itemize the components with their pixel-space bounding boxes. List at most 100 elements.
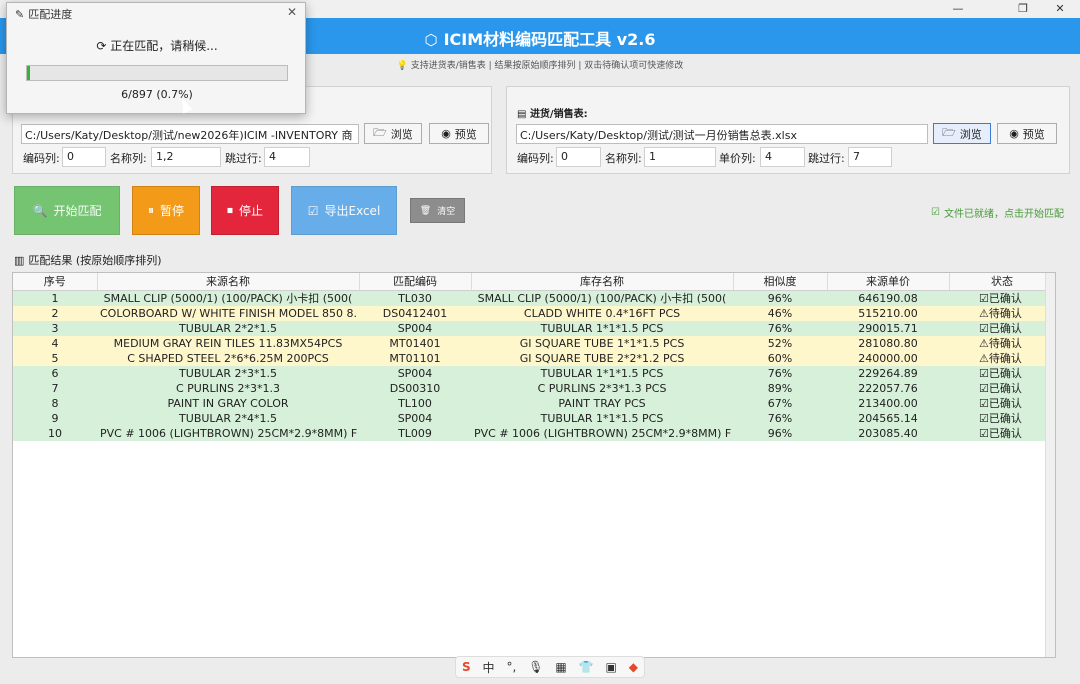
microphone-icon[interactable]: 🎙 bbox=[528, 660, 543, 674]
status-text: 已确认 bbox=[988, 426, 1022, 440]
progress-dialog: ✎ 匹配进度 ✕ ⟳ 正在匹配，请稍候... 6/897 (0.7%) bbox=[6, 2, 306, 114]
sales-panel-label-text: 进货/销售表: bbox=[529, 109, 588, 120]
document-icon: ▤ bbox=[517, 109, 527, 120]
sales-name-col-label: 名称列: bbox=[605, 152, 642, 165]
status-cell: ⚠待确认 bbox=[949, 305, 1055, 321]
table-cell: 290015.71 bbox=[827, 320, 949, 336]
column-header[interactable]: 相似度 bbox=[733, 273, 828, 291]
stop-label: 停止 bbox=[239, 204, 264, 218]
table-cell: 52% bbox=[733, 335, 827, 351]
table-cell: CLADD WHITE 0.4*16FT PCS bbox=[471, 305, 733, 321]
toolbox-icon[interactable]: ◆ bbox=[629, 660, 638, 674]
table-cell: 96% bbox=[733, 425, 827, 441]
table-row[interactable]: 8 PAINT IN GRAY COLOR TL100 PAINT TRAY PCS 6… bbox=[13, 395, 1055, 411]
status-cell: ☑已确认 bbox=[949, 320, 1055, 336]
pause-button[interactable]: ⏸ 暂停 bbox=[132, 186, 200, 235]
keyboard-icon[interactable]: ▦ bbox=[555, 660, 566, 674]
check-box-icon: ☑ bbox=[979, 321, 989, 335]
table-row[interactable]: 4 MEDIUM GRAY REIN TILES 11.83MX54PCS MT01… bbox=[13, 335, 1055, 351]
start-match-button[interactable]: 🔍 开始匹配 bbox=[14, 186, 120, 235]
table-cell: C PURLINS 2*3*1.3 PCS bbox=[471, 380, 733, 396]
skin-icon[interactable]: 👕 bbox=[579, 660, 594, 674]
status-cell: ☑已确认 bbox=[949, 365, 1055, 381]
check-icon: ☑ bbox=[931, 207, 940, 218]
table-cell: 10 bbox=[13, 425, 97, 441]
punctuation-icon[interactable]: °, bbox=[506, 660, 516, 674]
close-window-button[interactable]: ✕ bbox=[1043, 0, 1077, 18]
inventory-code-col-input[interactable]: 0 bbox=[62, 147, 106, 167]
check-box-icon: ☑ bbox=[979, 381, 989, 395]
results-scrollbar[interactable] bbox=[1045, 273, 1055, 657]
table-cell: 240000.00 bbox=[827, 350, 949, 366]
column-header[interactable]: 来源名称 bbox=[97, 273, 360, 291]
sales-browse-button[interactable]: 🗁 浏览 bbox=[933, 123, 991, 144]
apps-grid-icon[interactable]: ▣ bbox=[606, 660, 617, 674]
export-excel-button[interactable]: ☑ 导出Excel bbox=[291, 186, 397, 235]
inventory-browse-button[interactable]: 🗁 浏览 bbox=[364, 123, 422, 144]
sales-name-col-input[interactable]: 1 bbox=[644, 147, 716, 167]
table-cell: SMALL CLIP (5000/1) (100/PACK) 小卡扣 (500( bbox=[471, 290, 733, 306]
table-row[interactable]: 1 SMALL CLIP (5000/1) (100/PACK) 小卡扣 (500… bbox=[13, 290, 1055, 306]
inventory-skip-input[interactable]: 4 bbox=[264, 147, 310, 167]
sogou-logo-icon[interactable]: S bbox=[462, 660, 471, 674]
table-cell: DS0412401 bbox=[359, 305, 471, 321]
sales-preview-button[interactable]: ◉ 预览 bbox=[997, 123, 1057, 144]
status-text: 待确认 bbox=[988, 351, 1022, 365]
table-cell: 515210.00 bbox=[827, 305, 949, 321]
ime-mode-toggle[interactable]: 中 bbox=[483, 659, 495, 676]
folder-icon: 🗁 bbox=[942, 126, 956, 139]
warning-icon: ⚠ bbox=[979, 306, 989, 320]
progress-dialog-title-text: 匹配进度 bbox=[28, 8, 73, 21]
sales-price-col-input[interactable]: 4 bbox=[760, 147, 805, 167]
table-cell: SP004 bbox=[359, 320, 471, 336]
results-section-title: ▥ 匹配结果 (按原始顺序排列) bbox=[14, 252, 162, 268]
inventory-browse-label: 浏览 bbox=[390, 127, 413, 141]
table-cell: 213400.00 bbox=[827, 395, 949, 411]
table-cell: 4 bbox=[13, 335, 97, 351]
table-cell: 204565.14 bbox=[827, 410, 949, 426]
check-box-icon: ☑ bbox=[979, 291, 989, 305]
status-text: 已确认 bbox=[988, 381, 1022, 395]
sales-code-col-input[interactable]: 0 bbox=[556, 147, 601, 167]
table-row[interactable]: 6 TUBULAR 2*3*1.5 SP004 TUBULAR 1*1*1.5 PCS… bbox=[13, 365, 1055, 381]
column-header[interactable]: 库存名称 bbox=[471, 273, 734, 291]
table-cell: TUBULAR 2*3*1.5 bbox=[97, 365, 359, 381]
table-cell: 9 bbox=[13, 410, 97, 426]
table-row[interactable]: 10 PVC # 1006 (LIGHTBROWN) 25CM*2.9*8MM) … bbox=[13, 425, 1055, 441]
table-row[interactable]: 7C PURLINS 2*3*1.3 DS00310 C PURLINS 2*3*1… bbox=[13, 380, 1055, 396]
table-cell: 3 bbox=[13, 320, 97, 336]
table-cell: 60% bbox=[733, 350, 827, 366]
inventory-preview-button[interactable]: ◉ 预览 bbox=[429, 123, 489, 144]
progress-message-text: 正在匹配，请稍候... bbox=[110, 39, 218, 53]
column-header[interactable]: 序号 bbox=[13, 273, 98, 291]
dialog-close-icon[interactable]: ✕ bbox=[287, 5, 297, 19]
ready-status: ☑ 文件已就绪，点击开始匹配 bbox=[931, 205, 1064, 220]
sales-preview-label: 预览 bbox=[1022, 127, 1045, 141]
table-cell: PVC # 1006 (LIGHTBROWN) 25CM*2.9*8MM) F bbox=[97, 425, 359, 441]
table-row[interactable]: 5C SHAPED STEEL 2*6*6.25M 200PCS MT01101 G… bbox=[13, 350, 1055, 366]
table-cell: GI SQUARE TUBE 1*1*1.5 PCS bbox=[471, 335, 733, 351]
inventory-name-col-input[interactable]: 1,2 bbox=[151, 147, 221, 167]
column-header[interactable]: 状态 bbox=[949, 273, 1055, 291]
clear-button[interactable]: 🗑 清空 bbox=[410, 198, 465, 223]
inventory-path-input[interactable]: C:/Users/Katy/Desktop/测试/new2026年)ICIM -… bbox=[21, 124, 359, 144]
clear-label: 清空 bbox=[437, 207, 456, 217]
sales-path-input[interactable]: C:/Users/Katy/Desktop/测试/测试一月份销售总表.xlsx bbox=[516, 124, 928, 144]
table-cell: 76% bbox=[733, 410, 827, 426]
table-cell: GI SQUARE TUBE 2*2*1.2 PCS bbox=[471, 350, 733, 366]
warning-icon: ⚠ bbox=[979, 351, 989, 365]
stop-button[interactable]: ⏹ 停止 bbox=[211, 186, 279, 235]
sales-browse-label: 浏览 bbox=[959, 127, 982, 141]
maximize-button[interactable]: ❐ bbox=[1006, 0, 1040, 18]
table-cell: TUBULAR 1*1*1.5 PCS bbox=[471, 320, 733, 336]
table-row[interactable]: 9 TUBULAR 2*4*1.5 SP004 TUBULAR 1*1*1.5 PCS… bbox=[13, 410, 1055, 426]
table-row[interactable]: 3 TUBULAR 2*2*1.5 SP004 TUBULAR 1*1*1.5 PCS… bbox=[13, 320, 1055, 336]
column-header[interactable]: 来源单价 bbox=[827, 273, 950, 291]
bar-chart-icon: ▥ bbox=[14, 253, 25, 267]
column-header[interactable]: 匹配编码 bbox=[359, 273, 472, 291]
minimize-button[interactable]: — bbox=[941, 0, 975, 18]
table-row[interactable]: 2 COLORBOARD W/ WHITE FINISH MODEL 850 8.… bbox=[13, 305, 1055, 321]
sales-panel: ▤ 进货/销售表: C:/Users/Katy/Desktop/测试/测试一月份… bbox=[506, 86, 1070, 174]
status-text: 已确认 bbox=[988, 396, 1022, 410]
sales-skip-input[interactable]: 7 bbox=[848, 147, 892, 167]
